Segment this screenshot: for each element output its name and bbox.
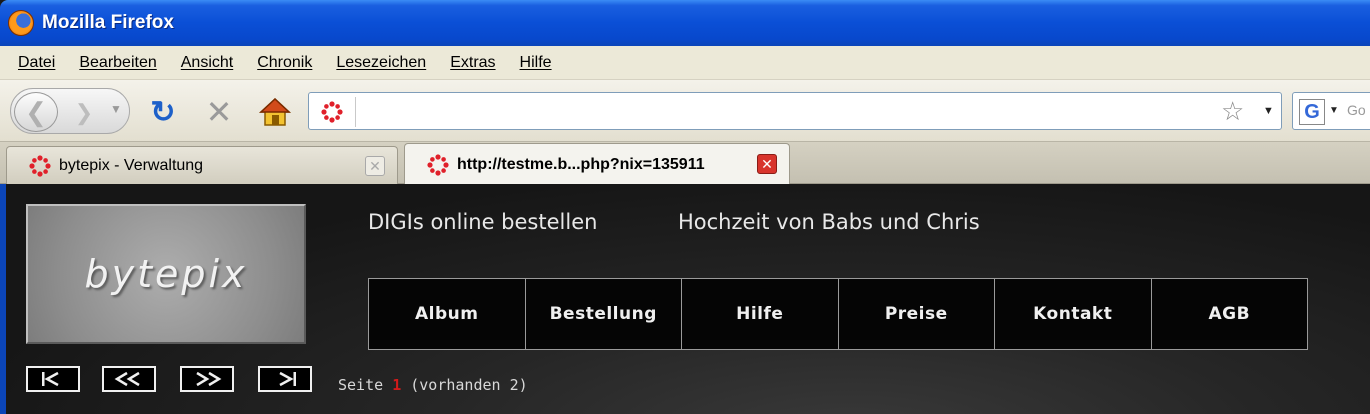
- nav-preise[interactable]: Preise: [839, 279, 995, 349]
- first-page-icon: [42, 371, 59, 387]
- page-indicator: Seite 1 (vorhanden 2): [338, 376, 528, 394]
- tab-active-testme[interactable]: http://testme.b...php?nix=135911 ✕: [404, 143, 790, 185]
- search-bar[interactable]: G ▼ Go: [1292, 92, 1370, 130]
- next-page-button[interactable]: [180, 366, 234, 392]
- page-heading-order: DIGIs online bestellen: [368, 210, 598, 234]
- tab-favicon-icon: [29, 154, 51, 177]
- back-arrow-icon: ❮: [25, 96, 47, 127]
- menu-datei[interactable]: Datei: [18, 54, 55, 72]
- tab-close-icon[interactable]: ✕: [365, 156, 385, 176]
- menu-lesezeichen[interactable]: Lesezeichen: [336, 54, 426, 72]
- navigation-toolbar: ❮ ❯ ▼ ↻ ✕ ☆ ▼ G ▼ Go: [0, 80, 1370, 142]
- nav-hilfe[interactable]: Hilfe: [682, 279, 839, 349]
- menu-hilfe[interactable]: Hilfe: [520, 54, 552, 72]
- menu-bar: Datei Bearbeiten Ansicht Chronik Lesezei…: [0, 46, 1370, 80]
- back-button[interactable]: ❮: [14, 92, 58, 132]
- history-dropdown-icon[interactable]: ▼: [110, 102, 122, 116]
- nav-agb[interactable]: AGB: [1152, 279, 1308, 349]
- menu-ansicht[interactable]: Ansicht: [181, 54, 233, 72]
- stop-icon[interactable]: ✕: [202, 94, 236, 130]
- firefox-logo-icon: [8, 10, 34, 36]
- nav-kontakt[interactable]: Kontakt: [995, 279, 1152, 349]
- fast-forward-icon: [196, 371, 222, 387]
- window-title: Mozilla Firefox: [42, 12, 174, 33]
- tab-verwaltung[interactable]: bytepix - Verwaltung ✕: [6, 146, 398, 184]
- logo-text: bytepix: [84, 252, 248, 296]
- window-titlebar: Mozilla Firefox: [0, 0, 1370, 46]
- current-page-number: 1: [392, 376, 402, 394]
- page-heading-album: Hochzeit von Babs und Chris: [678, 210, 980, 234]
- last-page-icon: [279, 371, 296, 387]
- menu-extras[interactable]: Extras: [450, 54, 495, 72]
- bookmark-star-icon[interactable]: ☆: [1221, 97, 1244, 125]
- google-search-engine-icon[interactable]: G: [1299, 99, 1325, 125]
- page-label: Seite: [338, 376, 384, 394]
- tab-bar: bytepix - Verwaltung ✕ http://testme.b..…: [0, 142, 1370, 185]
- tab-label: bytepix - Verwaltung: [59, 156, 204, 174]
- rewind-icon: [114, 371, 140, 387]
- search-engine-dropdown-icon[interactable]: ▼: [1329, 105, 1339, 116]
- site-logo[interactable]: bytepix: [26, 204, 306, 344]
- first-page-button[interactable]: [26, 366, 80, 392]
- nav-album[interactable]: Album: [369, 279, 526, 349]
- url-input[interactable]: [361, 96, 1221, 126]
- last-page-button[interactable]: [258, 366, 312, 392]
- menu-chronik[interactable]: Chronik: [257, 54, 312, 72]
- tab-close-icon[interactable]: ✕: [757, 154, 777, 174]
- tab-favicon-icon: [427, 153, 449, 176]
- site-navigation: Album Bestellung Hilfe Preise Kontakt AG…: [368, 278, 1308, 350]
- forward-arrow-icon: ❯: [74, 100, 94, 125]
- site-favicon-icon: [321, 101, 343, 123]
- tab-label: http://testme.b...php?nix=135911: [457, 155, 705, 173]
- menu-bearbeiten[interactable]: Bearbeiten: [79, 54, 156, 72]
- previous-page-button[interactable]: [102, 366, 156, 392]
- home-icon[interactable]: [258, 95, 292, 129]
- url-separator: [355, 97, 356, 127]
- search-input[interactable]: Go: [1347, 102, 1366, 118]
- forward-button[interactable]: ❯: [66, 96, 102, 130]
- page-content: bytepix DIGIs online bestellen Hochzeit …: [6, 184, 1370, 414]
- reload-icon[interactable]: ↻: [146, 95, 180, 129]
- nav-bestellung[interactable]: Bestellung: [526, 279, 682, 349]
- url-dropdown-icon[interactable]: ▼: [1263, 105, 1274, 117]
- page-count: (vorhanden 2): [410, 376, 528, 394]
- url-bar[interactable]: ☆ ▼: [308, 92, 1282, 130]
